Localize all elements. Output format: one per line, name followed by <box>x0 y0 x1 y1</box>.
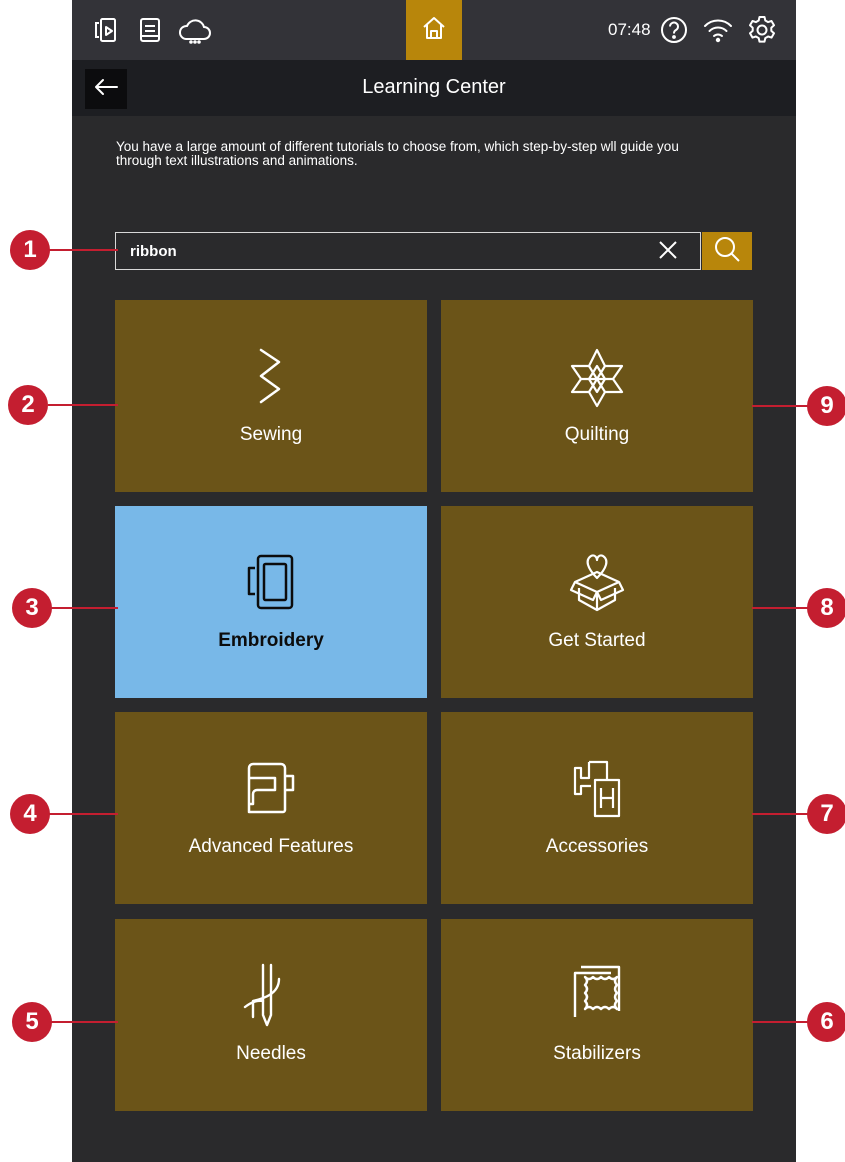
callout-3: 3 <box>12 588 52 628</box>
stabilizer-icon <box>441 961 753 1029</box>
presser-feet-icon <box>441 754 753 822</box>
home-icon <box>420 14 448 47</box>
tile-stabilizers[interactable]: Stabilizers <box>441 919 753 1111</box>
tile-sewing[interactable]: Sewing <box>115 300 427 492</box>
title-bar: Learning Center <box>72 60 796 116</box>
callout-line-5 <box>50 1021 118 1023</box>
clock: 07:48 <box>608 20 651 39</box>
tile-advanced-features[interactable]: Advanced Features <box>115 712 427 904</box>
callout-line-9 <box>752 405 812 407</box>
needle-thread-icon <box>115 961 427 1029</box>
help-icon[interactable] <box>658 14 690 46</box>
clear-search-button[interactable] <box>654 238 682 266</box>
page-title: Learning Center <box>362 76 506 98</box>
status-bar: 07:48 <box>72 0 796 60</box>
wifi-icon[interactable] <box>702 14 734 46</box>
callout-9: 9 <box>807 386 845 426</box>
tile-label: Advanced Features <box>188 836 354 857</box>
tile-get-started[interactable]: Get Started <box>441 506 753 698</box>
tile-label: Stabilizers <box>553 1043 641 1064</box>
intro-text: You have a large amount of different tut… <box>116 139 679 168</box>
callout-line-3 <box>50 607 118 609</box>
zigzag-stitch-icon <box>115 342 427 410</box>
callout-6: 6 <box>807 1002 845 1042</box>
search-button[interactable] <box>702 232 752 270</box>
tile-label: Quilting <box>564 424 630 445</box>
callout-line-8 <box>752 607 812 609</box>
callout-line-4 <box>48 813 118 815</box>
tile-label: Get Started <box>548 630 646 651</box>
tile-label: Needles <box>236 1043 306 1064</box>
tile-needles[interactable]: Needles <box>115 919 427 1111</box>
settings-icon[interactable] <box>746 14 778 46</box>
machine-ui-icon[interactable] <box>92 14 124 46</box>
cloud-icon[interactable] <box>176 14 214 46</box>
callout-5: 5 <box>12 1002 52 1042</box>
manual-icon[interactable] <box>134 14 166 46</box>
tile-embroidery[interactable]: Embroidery <box>115 506 427 698</box>
callout-1: 1 <box>10 230 50 270</box>
close-icon <box>658 240 678 265</box>
search-icon <box>712 234 742 269</box>
embroidery-hoop-icon <box>115 548 427 616</box>
learning-center-screen: 07:48 Learning Center You have a large a… <box>72 0 796 1162</box>
callout-line-1 <box>48 249 118 251</box>
search-input[interactable] <box>130 243 630 260</box>
tile-label: Accessories <box>545 836 649 857</box>
tile-label: Sewing <box>239 424 303 445</box>
tile-accessories[interactable]: Accessories <box>441 712 753 904</box>
callout-7: 7 <box>807 794 845 834</box>
home-button[interactable] <box>406 0 462 60</box>
callout-4: 4 <box>10 794 50 834</box>
search-field[interactable] <box>115 232 701 270</box>
callout-line-2 <box>48 404 118 406</box>
callout-2: 2 <box>8 385 48 425</box>
tile-label: Embroidery <box>218 630 324 651</box>
sewing-machine-icon <box>115 754 427 822</box>
tile-quilting[interactable]: Quilting <box>441 300 753 492</box>
callout-line-6 <box>752 1021 812 1023</box>
callout-line-7 <box>752 813 812 815</box>
callout-8: 8 <box>807 588 845 628</box>
quilt-star-icon <box>441 342 753 410</box>
gift-box-icon <box>441 548 753 616</box>
